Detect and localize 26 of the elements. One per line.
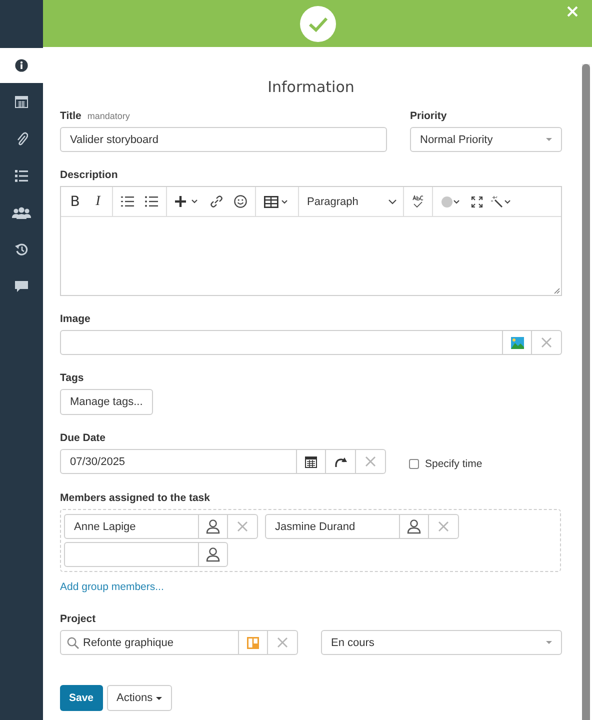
field-label: Priority xyxy=(410,110,447,122)
due-date-field[interactable]: 07/30/2025 xyxy=(60,449,297,474)
add-group-members-link[interactable]: Add group members... xyxy=(60,581,164,593)
rich-text-editor[interactable]: B I Paragraph xyxy=(60,186,562,296)
field-hint: mandatory xyxy=(87,111,130,121)
panel-heading: Information xyxy=(266,78,356,96)
field-label: Description xyxy=(60,169,118,181)
status-dropdown[interactable]: En cours xyxy=(321,630,562,655)
field-label: Image xyxy=(60,313,90,325)
project-field[interactable]: Refonte graphique xyxy=(60,630,239,655)
title-field[interactable]: Valider storyboard xyxy=(60,127,387,152)
field-label: Members assigned to the task xyxy=(60,492,210,504)
paragraph-dropdown[interactable]: Paragraph xyxy=(307,196,398,208)
actions-button[interactable]: Actions xyxy=(106,685,172,711)
priority-dropdown[interactable]: Normal Priority xyxy=(410,127,562,152)
field-label: Tags xyxy=(60,372,84,384)
checkbox-label: Specify time xyxy=(425,458,482,470)
bold-button[interactable]: B xyxy=(69,194,81,210)
field-label: Project xyxy=(60,613,96,625)
field-label: Title xyxy=(60,110,82,122)
italic-button[interactable]: I xyxy=(92,194,104,210)
field-label: Due Date xyxy=(60,432,106,444)
member-field[interactable]: Jasmine Durand xyxy=(265,514,400,539)
manage-tags-button[interactable]: Manage tags... xyxy=(60,389,153,415)
save-button[interactable]: Save xyxy=(60,685,103,711)
member-field[interactable]: Anne Lapige xyxy=(64,514,199,539)
